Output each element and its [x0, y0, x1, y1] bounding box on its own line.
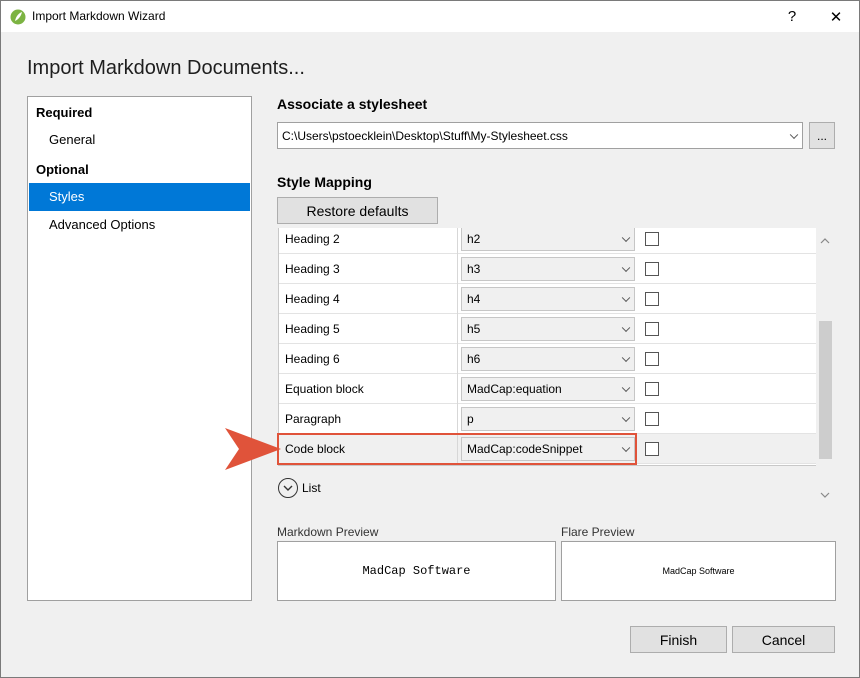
chevron-down-icon: [621, 263, 631, 273]
column-divider: [457, 374, 458, 404]
chevron-down-icon: [621, 233, 631, 243]
style-value: MadCap:codeSnippet: [467, 442, 583, 456]
close-button[interactable]: ✕: [816, 1, 856, 32]
table-row: Heading 2 h2: [279, 228, 816, 254]
chevron-down-icon: [621, 443, 631, 453]
flare-app-icon: [10, 9, 26, 25]
nav-group-optional: Optional: [36, 162, 89, 177]
style-value: h5: [467, 322, 481, 336]
row-name: Code block: [285, 442, 346, 456]
table-row: Code block MadCap:codeSnippet: [279, 434, 816, 464]
nav-item-styles[interactable]: Styles: [29, 183, 250, 211]
wizard-window: Import Markdown Wizard ? ✕ Import Markdo…: [0, 0, 860, 678]
markdown-preview-label: Markdown Preview: [277, 525, 379, 539]
column-divider: [457, 434, 458, 464]
markdown-preview: MadCap Software: [277, 541, 556, 601]
row-checkbox[interactable]: [645, 322, 659, 336]
column-divider: [457, 314, 458, 344]
stylesheet-path: C:\Users\pstoecklein\Desktop\Stuff\My-St…: [282, 128, 568, 143]
style-select[interactable]: MadCap:equation: [461, 377, 635, 401]
row-checkbox[interactable]: [645, 292, 659, 306]
row-name: Heading 4: [285, 292, 340, 306]
flare-preview: MadCap Software: [561, 541, 836, 601]
row-checkbox[interactable]: [645, 262, 659, 276]
row-name: Heading 6: [285, 352, 340, 366]
style-select[interactable]: MadCap:codeSnippet: [461, 437, 635, 461]
flare-preview-text: MadCap Software: [662, 566, 735, 576]
row-name: Heading 5: [285, 322, 340, 336]
table-row: Paragraph p: [279, 404, 816, 434]
column-divider: [457, 404, 458, 434]
style-select[interactable]: h5: [461, 317, 635, 341]
row-checkbox[interactable]: [645, 412, 659, 426]
table-row: Equation block MadCap:equation: [279, 374, 816, 404]
stylesheet-section-title: Associate a stylesheet: [277, 96, 428, 112]
table-scrollbar[interactable]: [816, 228, 834, 508]
row-checkbox[interactable]: [645, 232, 659, 246]
row-checkbox[interactable]: [645, 442, 659, 456]
scroll-thumb[interactable]: [819, 321, 832, 459]
nav-item-advanced-options[interactable]: Advanced Options: [29, 211, 250, 239]
style-value: h3: [467, 262, 481, 276]
column-divider: [457, 284, 458, 314]
style-select[interactable]: h3: [461, 257, 635, 281]
style-mapping-table: Heading 2 h2 Heading 3 h3 Heading 4 h4 H…: [278, 228, 816, 466]
style-select[interactable]: p: [461, 407, 635, 431]
help-button[interactable]: ?: [772, 1, 812, 32]
style-value: h6: [467, 352, 481, 366]
style-value: h4: [467, 292, 481, 306]
row-name: Equation block: [285, 382, 364, 396]
nav-item-general[interactable]: General: [29, 126, 250, 154]
style-select[interactable]: h2: [461, 228, 635, 251]
style-value: p: [467, 412, 474, 426]
scroll-down-icon[interactable]: [820, 490, 830, 500]
chevron-down-icon: [621, 383, 631, 393]
flare-preview-label: Flare Preview: [561, 525, 635, 539]
table-row: Heading 6 h6: [279, 344, 816, 374]
markdown-preview-text: MadCap Software: [362, 564, 471, 578]
column-divider: [457, 254, 458, 284]
wizard-nav: Required General Optional Styles Advance…: [27, 96, 252, 601]
column-divider: [457, 228, 458, 254]
row-checkbox[interactable]: [645, 352, 659, 366]
chevron-down-icon: [283, 485, 293, 491]
row-name: Heading 3: [285, 262, 340, 276]
restore-defaults-button[interactable]: Restore defaults: [277, 197, 438, 224]
scroll-up-icon[interactable]: [820, 236, 830, 246]
row-name: Heading 2: [285, 232, 340, 246]
cancel-button[interactable]: Cancel: [732, 626, 835, 653]
stylesheet-combo[interactable]: C:\Users\pstoecklein\Desktop\Stuff\My-St…: [277, 122, 803, 149]
style-select[interactable]: h6: [461, 347, 635, 371]
page-title: Import Markdown Documents...: [27, 57, 305, 79]
column-divider: [457, 344, 458, 374]
window-title: Import Markdown Wizard: [32, 9, 166, 23]
nav-group-required: Required: [36, 105, 93, 120]
browse-button[interactable]: ...: [809, 122, 835, 149]
row-checkbox[interactable]: [645, 382, 659, 396]
style-mapping-title: Style Mapping: [277, 174, 372, 190]
title-bar: Import Markdown Wizard ? ✕: [1, 1, 859, 32]
chevron-down-icon: [621, 413, 631, 423]
chevron-down-icon: [621, 353, 631, 363]
chevron-down-icon: [621, 323, 631, 333]
table-row: Heading 5 h5: [279, 314, 816, 344]
style-value: MadCap:equation: [467, 382, 562, 396]
callout-arrow-icon: [225, 428, 281, 470]
row-name: Paragraph: [285, 412, 342, 426]
style-select[interactable]: h4: [461, 287, 635, 311]
table-row: Heading 3 h3: [279, 254, 816, 284]
table-row: Heading 4 h4: [279, 284, 816, 314]
list-expand-toggle[interactable]: [278, 478, 298, 498]
style-value: h2: [467, 232, 481, 246]
chevron-down-icon: [789, 130, 799, 139]
list-label: List: [302, 481, 321, 495]
chevron-down-icon: [621, 293, 631, 303]
finish-button[interactable]: Finish: [630, 626, 727, 653]
